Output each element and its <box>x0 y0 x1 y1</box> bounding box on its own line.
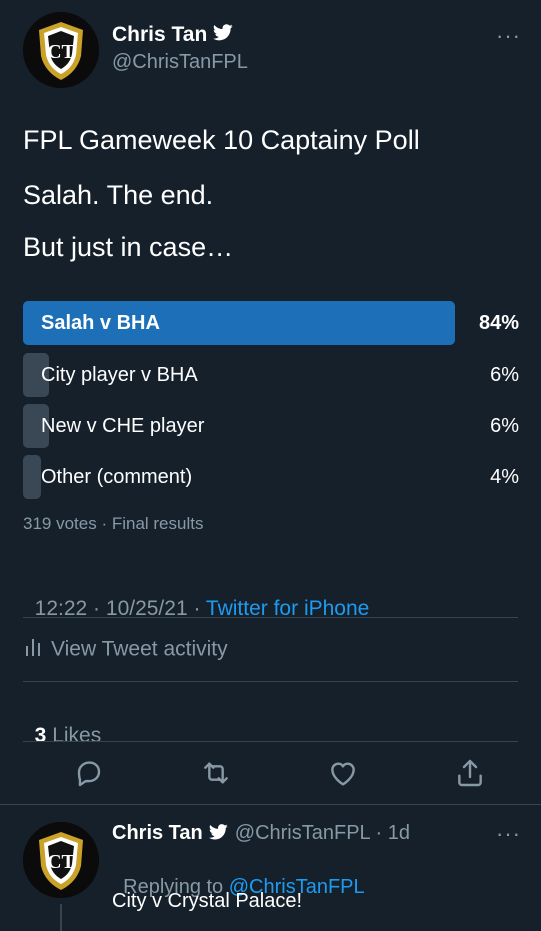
poll-summary: 319 votes · Final results <box>23 514 204 533</box>
poll-option-percent: 6% <box>490 415 519 437</box>
reply-header: Chris Tan @ChrisTanFPL · 1d <box>112 821 410 846</box>
tweet-text-line-1: FPL Gameweek 10 Captainy Poll <box>23 125 420 155</box>
poll-option-label: New v CHE player <box>41 415 205 437</box>
reply-author-handle[interactable]: @ChrisTanFPL · 1d <box>235 822 410 844</box>
poll-option-label: City player v BHA <box>41 364 198 386</box>
svg-text:CT: CT <box>47 851 75 873</box>
view-tweet-activity-button[interactable]: View Tweet activity <box>23 634 228 662</box>
poll-option: Other (comment) 4% <box>23 455 519 499</box>
poll-option-percent: 84% <box>478 312 519 334</box>
likes-number: 3 <box>34 724 47 747</box>
reply-text: City v Crystal Palace! <box>112 890 303 912</box>
thread-line <box>60 904 62 931</box>
divider <box>23 741 518 742</box>
tweet-text-line-3: But just in case… <box>23 232 234 262</box>
likes-label: Likes <box>46 724 102 747</box>
view-tweet-activity-label: View Tweet activity <box>51 637 228 661</box>
tweet-meta: 12:22 · 10/25/21 · Twitter for iPhone <box>23 573 370 621</box>
poll-option: Salah v BHA 84% <box>23 301 519 345</box>
divider <box>23 617 518 618</box>
author-handle[interactable]: @ChrisTanFPL <box>112 50 248 74</box>
svg-text:CT: CT <box>47 41 75 63</box>
divider <box>0 804 541 805</box>
poll-bar <box>23 455 41 499</box>
like-icon[interactable] <box>327 757 359 789</box>
reply-icon[interactable] <box>73 757 105 789</box>
poll-option-percent: 4% <box>490 466 519 488</box>
twitter-bird-icon <box>213 23 233 47</box>
divider <box>23 681 518 682</box>
more-options-icon[interactable]: ··· <box>496 25 521 47</box>
author-avatar[interactable]: CT <box>23 12 99 88</box>
poll-option: New v CHE player 6% <box>23 404 519 448</box>
poll-option: City player v BHA 6% <box>23 353 519 397</box>
twitter-bird-icon <box>208 822 228 846</box>
poll-option-label: Salah v BHA <box>41 312 160 334</box>
reply-author-name[interactable]: Chris Tan <box>112 822 203 844</box>
reply-author-avatar[interactable]: CT <box>23 822 99 898</box>
poll-option-label: Other (comment) <box>41 466 193 488</box>
reply-more-options-icon[interactable]: ··· <box>496 823 521 845</box>
poll-option-percent: 6% <box>490 364 519 386</box>
share-icon[interactable] <box>454 757 486 789</box>
retweet-icon[interactable] <box>200 757 232 789</box>
author-name[interactable]: Chris Tan <box>112 23 233 47</box>
tweet-text-line-2: Salah. The end. <box>23 180 214 210</box>
analytics-icon <box>23 634 43 666</box>
